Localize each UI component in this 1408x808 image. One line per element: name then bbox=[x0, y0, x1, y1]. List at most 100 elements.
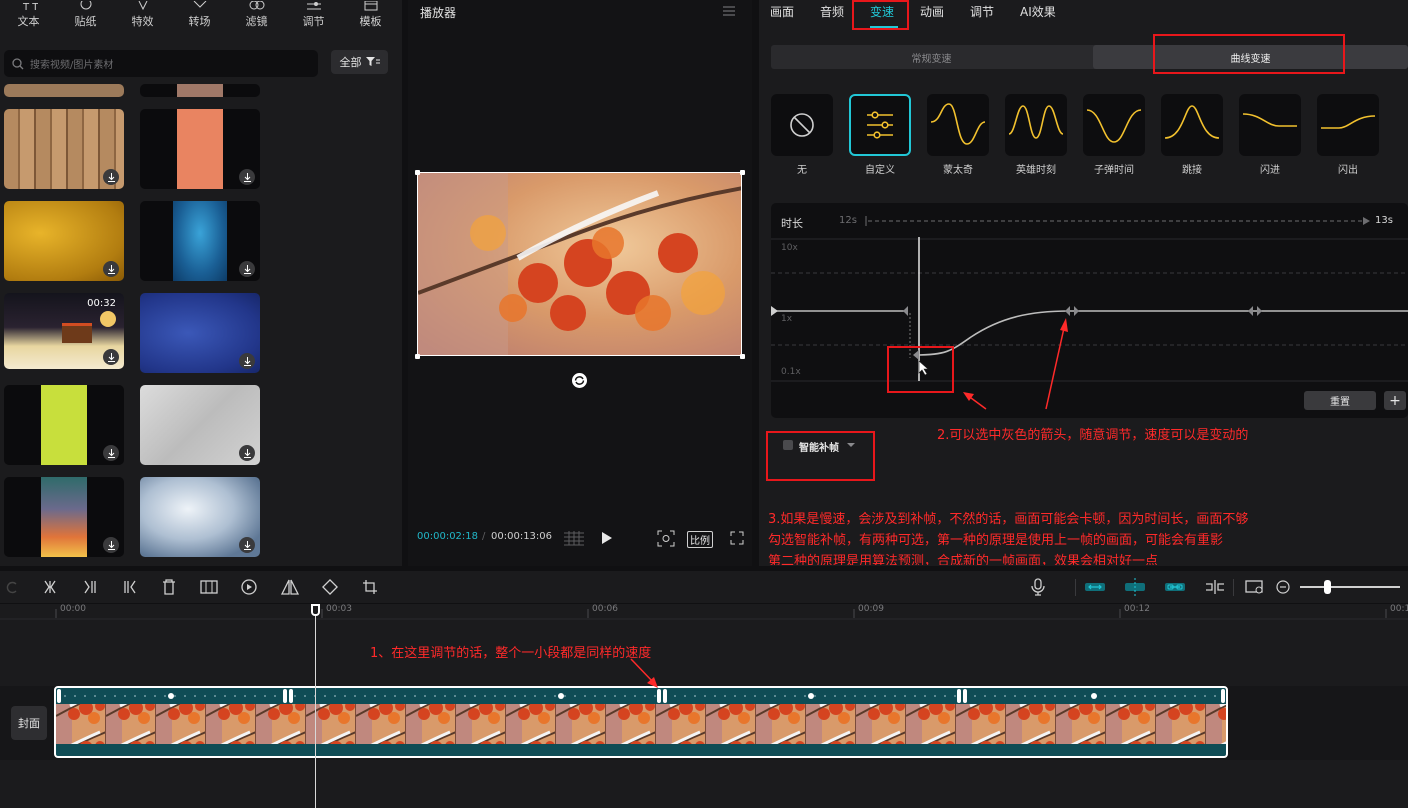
total-time: 00:00:13:06 bbox=[491, 531, 553, 542]
toolbar-adjust-label: 调节 bbox=[302, 15, 325, 28]
media-thumb-paper[interactable] bbox=[140, 385, 260, 465]
timeline-toolbar bbox=[0, 571, 1408, 603]
download-icon[interactable] bbox=[103, 445, 119, 461]
zoom-slider[interactable] bbox=[1300, 586, 1400, 588]
toolbar-text[interactable]: T T 文本 bbox=[0, 0, 57, 34]
redo-icon[interactable] bbox=[6, 580, 18, 594]
curve-editor[interactable]: 时长 12s 13s 10x 1x 0.1x 重置 + bbox=[771, 203, 1408, 418]
media-thumb-gold-fabric[interactable] bbox=[4, 201, 124, 281]
preset-bullet-time[interactable] bbox=[1083, 94, 1145, 156]
download-icon[interactable] bbox=[239, 169, 255, 185]
hero-curve-icon bbox=[1008, 105, 1064, 139]
preset-custom[interactable] bbox=[849, 94, 911, 156]
playhead-handle[interactable] bbox=[311, 604, 320, 616]
resize-handle-tl[interactable] bbox=[415, 170, 420, 175]
media-thumb-blue-texture[interactable] bbox=[140, 201, 260, 281]
rotate-icon[interactable] bbox=[571, 372, 588, 389]
download-icon[interactable] bbox=[239, 353, 255, 369]
preset-flash-in[interactable] bbox=[1239, 94, 1301, 156]
reverse-icon[interactable] bbox=[241, 579, 257, 595]
media-thumb-lime[interactable] bbox=[4, 385, 124, 465]
media-thumb-salmon[interactable] bbox=[140, 109, 260, 189]
microphone-icon[interactable] bbox=[1031, 578, 1045, 596]
expand-icon[interactable] bbox=[730, 531, 744, 545]
reset-button[interactable]: 重置 bbox=[1304, 391, 1376, 410]
crop-icon[interactable] bbox=[362, 579, 378, 595]
zoom-slider-thumb[interactable] bbox=[1324, 580, 1331, 594]
toolbar-filter[interactable]: 滤镜 bbox=[228, 0, 285, 34]
preset-label-montage: 蒙太奇 bbox=[943, 165, 973, 176]
trim-left-icon[interactable] bbox=[82, 580, 98, 594]
tab-adjust[interactable]: 调节 bbox=[970, 3, 994, 20]
bullet-curve-icon bbox=[1086, 109, 1142, 143]
cover-button[interactable]: 封面 bbox=[11, 706, 47, 740]
menu-icon[interactable] bbox=[722, 5, 736, 17]
delete-icon[interactable] bbox=[162, 579, 176, 595]
tab-audio[interactable]: 音频 bbox=[820, 3, 844, 20]
download-icon[interactable] bbox=[239, 261, 255, 277]
waveform-icon[interactable] bbox=[563, 530, 585, 546]
preset-none[interactable] bbox=[771, 94, 833, 156]
preset-label-jumpcut: 跳接 bbox=[1182, 165, 1202, 176]
preview-axis-icon[interactable] bbox=[1245, 579, 1265, 595]
rotate-clip-icon[interactable] bbox=[321, 578, 339, 596]
annotation-3-line3: 第二种的原理是用算法预测，合成新的一帧画面，效果会相对好一点 bbox=[768, 554, 1159, 565]
split-preview-icon[interactable] bbox=[1205, 579, 1225, 595]
toolbar-transition[interactable]: 转场 bbox=[171, 0, 228, 34]
media-thumb-wood-top[interactable] bbox=[4, 84, 124, 97]
tab-normal-speed[interactable]: 常规变速 bbox=[771, 45, 1092, 69]
media-thumb-wood[interactable] bbox=[4, 109, 124, 189]
play-icon[interactable] bbox=[601, 531, 613, 545]
trim-right-icon[interactable] bbox=[122, 580, 138, 594]
fullscreen-crop-icon[interactable] bbox=[657, 530, 675, 547]
link-icon[interactable] bbox=[1164, 579, 1186, 595]
split-icon[interactable] bbox=[42, 580, 58, 594]
preset-montage[interactable] bbox=[927, 94, 989, 156]
media-thumb-blue-fabric[interactable] bbox=[140, 293, 260, 373]
playhead[interactable] bbox=[315, 604, 316, 808]
auto-snap-icon[interactable] bbox=[1124, 577, 1146, 597]
filter-button[interactable]: 全部 bbox=[331, 50, 388, 74]
resize-handle-br[interactable] bbox=[740, 354, 745, 359]
resize-handle-tr[interactable] bbox=[740, 170, 745, 175]
add-point-button[interactable]: + bbox=[1384, 391, 1406, 410]
highlight-curve-point bbox=[887, 346, 954, 393]
toolbar-sticker[interactable]: 贴纸 bbox=[57, 0, 114, 34]
filter-label: 全部 bbox=[339, 56, 362, 69]
annotation-2: 2.可以选中灰色的箭头，随意调节，速度可以是变动的 bbox=[937, 428, 1249, 443]
clip-strip bbox=[56, 689, 1226, 744]
tab-ai-effects[interactable]: AI效果 bbox=[1020, 3, 1056, 20]
main-track-magnet-icon[interactable] bbox=[1084, 579, 1106, 595]
preset-flash-out[interactable] bbox=[1317, 94, 1379, 156]
speed-curve[interactable] bbox=[771, 233, 1408, 383]
annotation-1: 1、在这里调节的话，整个一小段都是同样的速度 bbox=[370, 646, 652, 661]
download-icon[interactable] bbox=[103, 261, 119, 277]
media-thumb-lantern-night[interactable]: 00:32 bbox=[4, 293, 124, 369]
media-thumb-ice[interactable] bbox=[140, 477, 260, 557]
media-thumb-partial[interactable] bbox=[140, 84, 260, 97]
download-icon[interactable] bbox=[239, 537, 255, 553]
toolbar-template[interactable]: 模板 bbox=[342, 0, 399, 34]
search-input[interactable]: 搜索视频/图片素材 bbox=[4, 50, 318, 77]
preview-video[interactable] bbox=[417, 172, 742, 356]
preset-hero-moment[interactable] bbox=[1005, 94, 1067, 156]
jumpcut-curve-icon bbox=[1164, 105, 1220, 139]
toolbar-effects[interactable]: 特效 bbox=[114, 0, 171, 34]
preset-jump-cut[interactable] bbox=[1161, 94, 1223, 156]
tab-picture[interactable]: 画面 bbox=[770, 3, 794, 20]
resize-handle-bl[interactable] bbox=[415, 354, 420, 359]
download-icon[interactable] bbox=[103, 537, 119, 553]
toolbar-adjust[interactable]: 调节 bbox=[285, 0, 342, 34]
download-icon[interactable] bbox=[239, 445, 255, 461]
video-clip[interactable] bbox=[54, 686, 1228, 758]
ratio-button[interactable]: 比例 bbox=[687, 531, 713, 548]
download-icon[interactable] bbox=[103, 349, 119, 365]
annotation-arrows bbox=[963, 318, 1068, 410]
media-thumb-gradient[interactable] bbox=[4, 477, 124, 557]
tab-animation[interactable]: 动画 bbox=[920, 3, 944, 20]
mirror-icon[interactable] bbox=[281, 579, 299, 595]
freeze-icon[interactable] bbox=[200, 579, 218, 595]
zoom-out-icon[interactable] bbox=[1276, 580, 1290, 594]
asset-toolbar: T T 文本 贴纸 特效 转场 滤镜 调节 模板 bbox=[0, 0, 402, 34]
download-icon[interactable] bbox=[103, 169, 119, 185]
